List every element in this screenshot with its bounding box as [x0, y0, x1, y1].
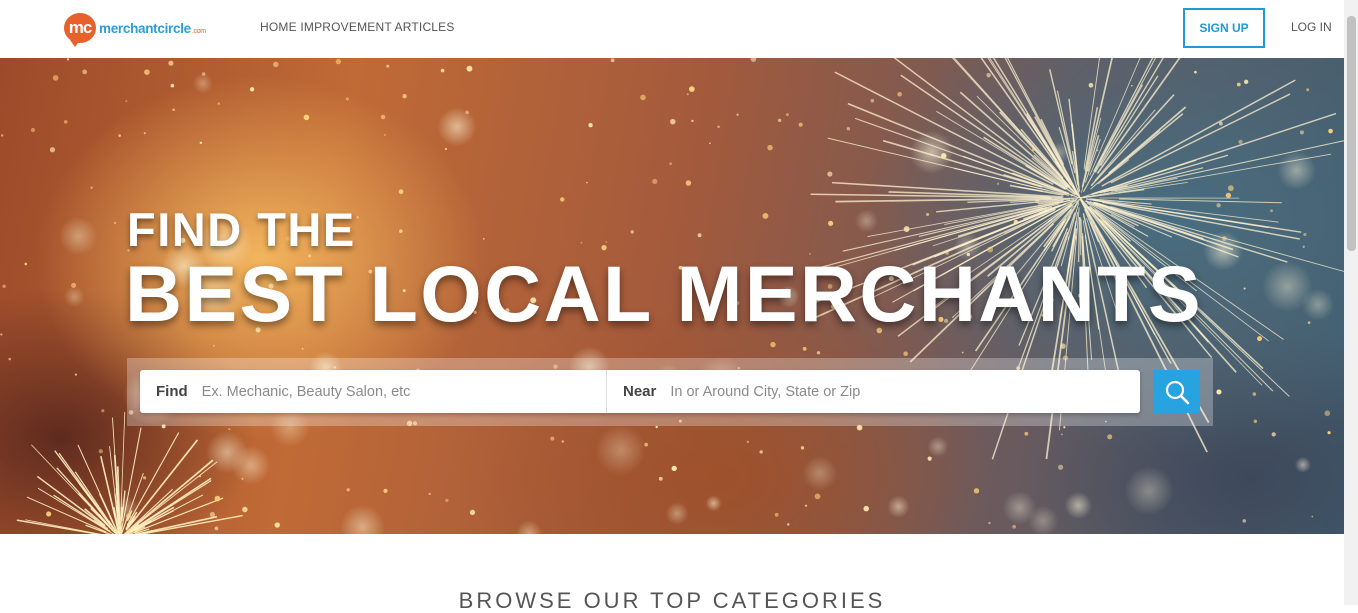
hero-title-line1: FIND THE	[127, 206, 356, 253]
log-in-link[interactable]: LOG IN	[1291, 20, 1332, 34]
near-field: Near	[607, 370, 1140, 413]
nav-home-improvement-articles[interactable]: HOME IMPROVEMENT ARTICLES	[260, 20, 455, 34]
browse-categories-heading: BROWSE OUR TOP CATEGORIES	[0, 590, 1344, 612]
near-label: Near	[623, 383, 656, 400]
find-field: Find	[140, 370, 607, 413]
hero-title-line2: BEST LOCAL MERCHANTS	[125, 254, 1203, 333]
logo-badge: mc	[64, 13, 96, 43]
logo-suffix: .com	[192, 28, 206, 35]
logo-wordmark: merchantcircle.com	[99, 21, 206, 36]
search-form: Find Near	[140, 370, 1140, 413]
search-icon	[1164, 379, 1190, 405]
search-button[interactable]	[1153, 370, 1200, 413]
sign-up-button[interactable]: SIGN UP	[1183, 8, 1265, 48]
find-label: Find	[156, 383, 188, 400]
search-panel: Find Near	[127, 358, 1213, 426]
site-header: mc merchantcircle.com HOME IMPROVEMENT A…	[0, 0, 1344, 59]
logo-wordmark-text: merchantcircle	[99, 21, 191, 36]
hero-banner: FIND THE BEST LOCAL MERCHANTS Find Near	[0, 58, 1344, 534]
scrollbar-thumb[interactable]	[1347, 16, 1356, 251]
near-input[interactable]	[670, 384, 1050, 400]
merchantcircle-logo[interactable]: mc merchantcircle.com	[64, 12, 206, 44]
find-input[interactable]	[202, 384, 582, 400]
